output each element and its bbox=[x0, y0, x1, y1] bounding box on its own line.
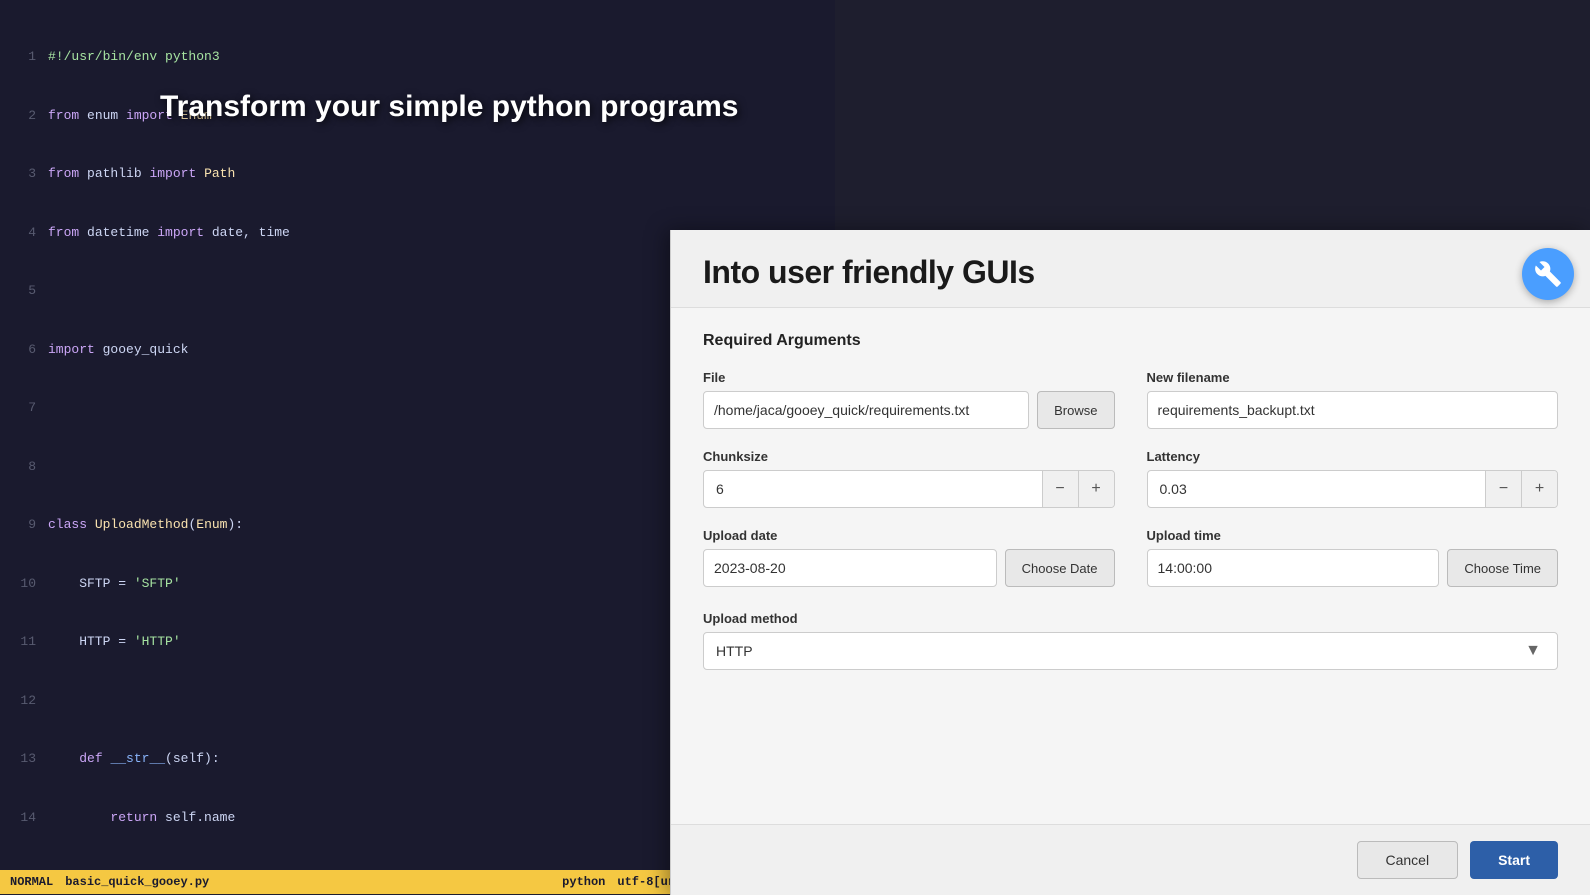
upload-method-dropdown[interactable]: HTTP ▼ bbox=[703, 632, 1558, 670]
file-input[interactable] bbox=[703, 391, 1029, 429]
lattency-increment-button[interactable]: + bbox=[1521, 470, 1557, 508]
file-label: File bbox=[703, 370, 1115, 385]
status-bar: NORMAL basic_quick_gooey.py python utf-8… bbox=[0, 870, 685, 894]
lattency-decrement-button[interactable]: − bbox=[1485, 470, 1521, 508]
start-button[interactable]: Start bbox=[1470, 841, 1558, 879]
upload-date-input-row: Choose Date bbox=[703, 549, 1115, 587]
lattency-field: Lattency 0.03 − + bbox=[1147, 449, 1559, 508]
file-field: File Browse bbox=[703, 370, 1115, 429]
upload-method-label: Upload method bbox=[703, 611, 1558, 626]
chunksize-value: 6 bbox=[704, 481, 1042, 497]
gui-header: Into user friendly GUIs bbox=[671, 230, 1590, 308]
wrench-settings-icon[interactable] bbox=[1522, 248, 1574, 300]
browse-button[interactable]: Browse bbox=[1037, 391, 1114, 429]
gui-footer: Cancel Start bbox=[671, 824, 1590, 895]
upload-method-value: HTTP bbox=[716, 643, 1521, 659]
section-title: Required Arguments bbox=[703, 332, 1558, 350]
new-filename-field: New filename bbox=[1147, 370, 1559, 429]
editor-mode: NORMAL bbox=[10, 875, 53, 889]
upload-date-field: Upload date Choose Date bbox=[703, 528, 1115, 587]
lattency-value: 0.03 bbox=[1148, 481, 1486, 497]
upload-time-field: Upload time Choose Time bbox=[1147, 528, 1559, 587]
chunksize-label: Chunksize bbox=[703, 449, 1115, 464]
status-filename: basic_quick_gooey.py bbox=[65, 875, 562, 889]
gui-body: Required Arguments File Browse New filen… bbox=[671, 308, 1590, 824]
upload-time-input[interactable] bbox=[1147, 549, 1440, 587]
upload-date-label: Upload date bbox=[703, 528, 1115, 543]
gui-panel: Into user friendly GUIs Required Argumen… bbox=[670, 230, 1590, 895]
cancel-button[interactable]: Cancel bbox=[1357, 841, 1459, 879]
form-grid-top: File Browse New filename Chunksize 6 − + bbox=[703, 370, 1558, 587]
lattency-label: Lattency bbox=[1147, 449, 1559, 464]
lattency-number-field: 0.03 − + bbox=[1147, 470, 1559, 508]
status-filetype: python bbox=[562, 875, 605, 889]
choose-time-button[interactable]: Choose Time bbox=[1447, 549, 1558, 587]
gui-title: Into user friendly GUIs bbox=[703, 254, 1558, 291]
file-input-row: Browse bbox=[703, 391, 1115, 429]
upload-date-input[interactable] bbox=[703, 549, 997, 587]
new-filename-label: New filename bbox=[1147, 370, 1559, 385]
upload-method-field: Upload method HTTP ▼ bbox=[703, 611, 1558, 670]
choose-date-button[interactable]: Choose Date bbox=[1005, 549, 1115, 587]
chunksize-decrement-button[interactable]: − bbox=[1042, 470, 1078, 508]
upload-time-input-row: Choose Time bbox=[1147, 549, 1559, 587]
chunksize-field: Chunksize 6 − + bbox=[703, 449, 1115, 508]
chunksize-increment-button[interactable]: + bbox=[1078, 470, 1114, 508]
new-filename-input[interactable] bbox=[1147, 391, 1559, 429]
upload-time-label: Upload time bbox=[1147, 528, 1559, 543]
dropdown-arrow-icon: ▼ bbox=[1521, 639, 1545, 663]
status-encoding: utf-8[ur bbox=[617, 875, 675, 889]
chunksize-number-field: 6 − + bbox=[703, 470, 1115, 508]
